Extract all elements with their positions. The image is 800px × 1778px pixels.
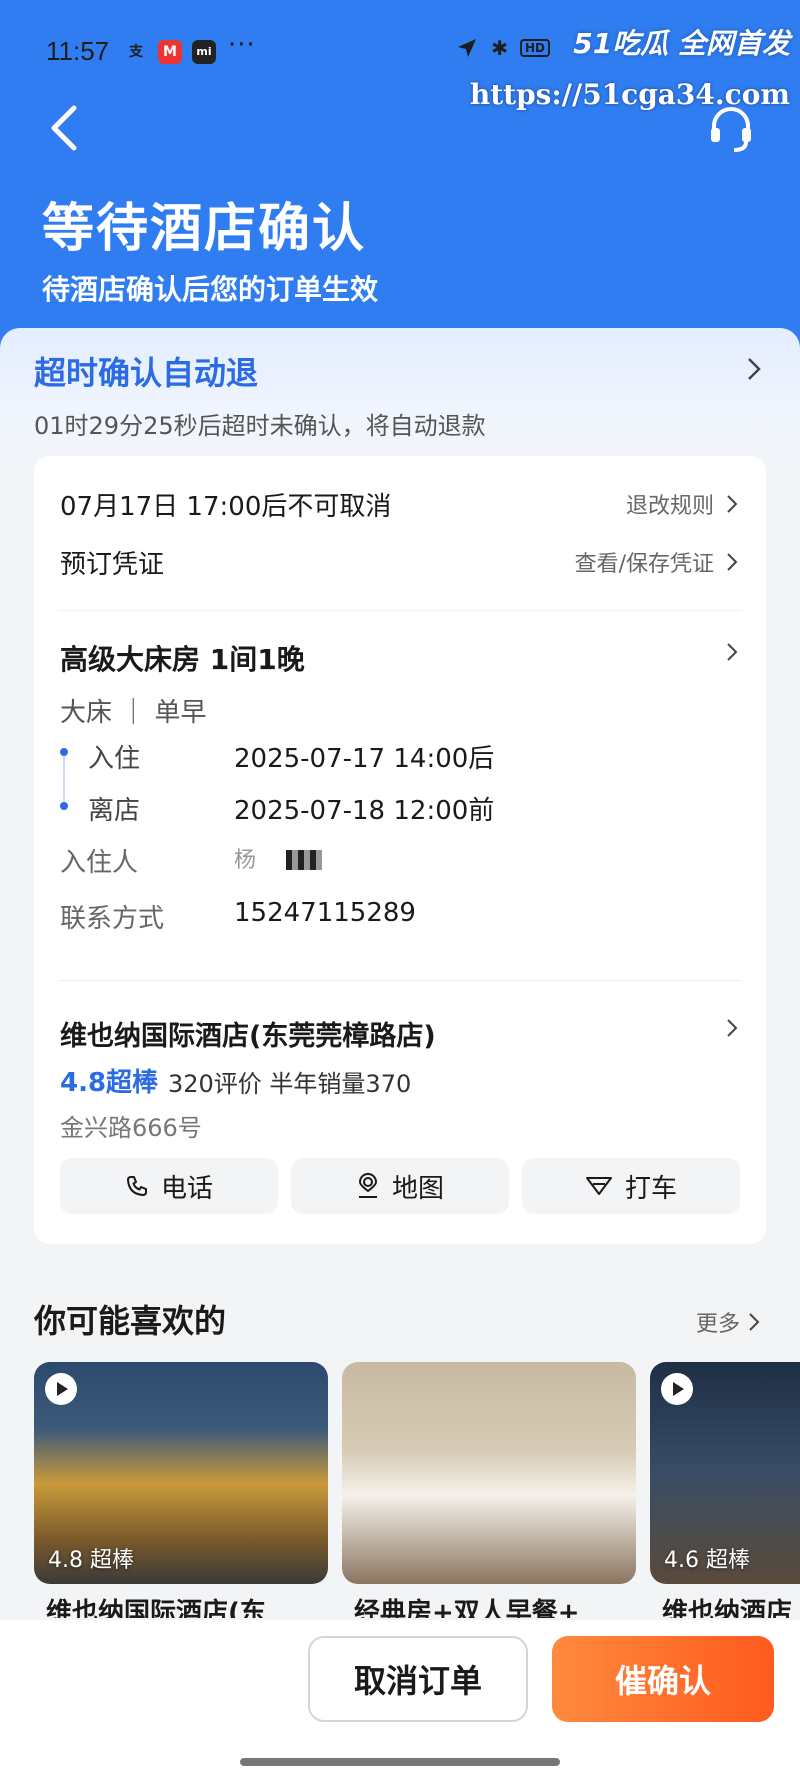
more-label: 更多	[695, 1312, 740, 1337]
more-link[interactable]: 更多	[696, 1306, 760, 1338]
order-card: 07月17日 17:00后不可取消 退改规则 预订凭证 查看/保存凭证 高级大床…	[34, 456, 766, 1244]
more-notifications-icon: ···	[228, 30, 256, 60]
bank-app-icon: M	[158, 40, 182, 64]
play-icon	[661, 1373, 693, 1405]
chevron-right-icon	[749, 1313, 760, 1331]
chevron-right-icon[interactable]	[746, 356, 762, 382]
recommend-card[interactable]: 4.8 超棒	[34, 1362, 328, 1584]
cancel-policy-text: 07月17日 17:00后不可取消	[60, 492, 392, 522]
recommend-name: 维也纳酒店	[662, 1598, 793, 1618]
customer-service-icon[interactable]	[706, 104, 756, 154]
chevron-right-icon	[727, 495, 738, 513]
status-time: 11:57	[46, 36, 110, 66]
guest-name-blurred	[286, 850, 322, 870]
checkin-label: 入住	[88, 744, 141, 774]
hotel-address: 金兴路666号	[60, 1114, 202, 1142]
hotel-rating: 4.8超棒	[60, 1068, 159, 1098]
urge-confirm-button[interactable]: 催确认	[552, 1636, 774, 1722]
divider	[58, 610, 742, 611]
home-indicator[interactable]	[240, 1758, 560, 1766]
back-icon[interactable]	[46, 104, 82, 152]
timeout-countdown: 01时29分25秒后超时未确认，将自动退款	[34, 412, 486, 440]
bottom-action-bar: 取消订单 催确认	[0, 1620, 800, 1778]
recommend-title: 你可能喜欢的	[34, 1302, 227, 1340]
map-button[interactable]: 地图	[291, 1158, 509, 1214]
hotel-reviews: 320评价 半年销量370	[168, 1070, 412, 1098]
mi-app-icon: mi	[192, 40, 216, 64]
hotel-name[interactable]: 维也纳国际酒店(东莞莞樟路店)	[60, 1014, 436, 1053]
alipay-icon: 支	[124, 40, 148, 64]
chevron-right-icon[interactable]	[726, 1018, 738, 1038]
voucher-link-label: 查看/保存凭证	[574, 552, 714, 577]
phone-label: 电话	[160, 1173, 213, 1204]
taxi-button[interactable]: 打车	[522, 1158, 740, 1214]
recommend-name: 经典房+双人早餐+	[354, 1598, 580, 1618]
voucher-link[interactable]: 查看/保存凭证	[575, 546, 738, 578]
order-sheet: 超时确认自动退 01时29分25秒后超时未确认，将自动退款 07月17日 17:…	[0, 328, 800, 1258]
checkin-value: 2025-07-17 14:00后	[234, 744, 495, 774]
guest-label: 入住人	[60, 848, 139, 878]
checkout-value: 2025-07-18 12:00前	[234, 796, 495, 826]
taxi-icon	[585, 1177, 612, 1195]
cancel-order-button[interactable]: 取消订单	[308, 1636, 528, 1722]
taxi-label: 打车	[624, 1173, 677, 1204]
phone-icon	[126, 1176, 147, 1196]
contact-value: 15247115289	[234, 898, 416, 928]
recommend-card[interactable]	[342, 1362, 636, 1584]
checkout-label: 离店	[88, 796, 141, 826]
refund-rules-label: 退改规则	[625, 494, 714, 519]
room-meta: 大床 ｜ 单早	[60, 698, 207, 728]
contact-label: 联系方式	[60, 904, 165, 934]
chevron-right-icon	[727, 553, 738, 571]
timeout-title[interactable]: 超时确认自动退	[34, 348, 258, 394]
room-title[interactable]: 高级大床房 1间1晚	[60, 638, 305, 678]
refund-rules-link[interactable]: 退改规则	[626, 488, 738, 520]
watermark: 51吃瓜 全网首发 https://51cga34.com	[470, 22, 790, 111]
voucher-label: 预订凭证	[60, 550, 165, 580]
phone-button[interactable]: 电话	[60, 1158, 278, 1214]
watermark-brand: 51吃瓜 全网首发	[573, 27, 790, 60]
recommend-rating: 4.6 超棒	[664, 1548, 750, 1573]
header: 11:57 支 M mi ··· ✱ HD 51吃瓜 全网首发 https://…	[0, 0, 800, 360]
recommend-card[interactable]: 4.6 超棒	[650, 1362, 800, 1584]
play-icon	[45, 1373, 77, 1405]
stay-timeline	[60, 748, 68, 810]
page-subtitle: 待酒店确认后您的订单生效	[42, 273, 379, 306]
page-title: 等待酒店确认	[42, 199, 367, 259]
location-pin-icon	[358, 1173, 377, 1198]
guest-value: 杨	[234, 848, 257, 873]
recommend-rating: 4.8 超棒	[48, 1548, 134, 1573]
chevron-right-icon[interactable]	[726, 642, 738, 662]
map-label: 地图	[391, 1173, 444, 1204]
divider	[58, 980, 742, 981]
recommend-name: 维也纳国际酒店(东	[46, 1598, 266, 1618]
